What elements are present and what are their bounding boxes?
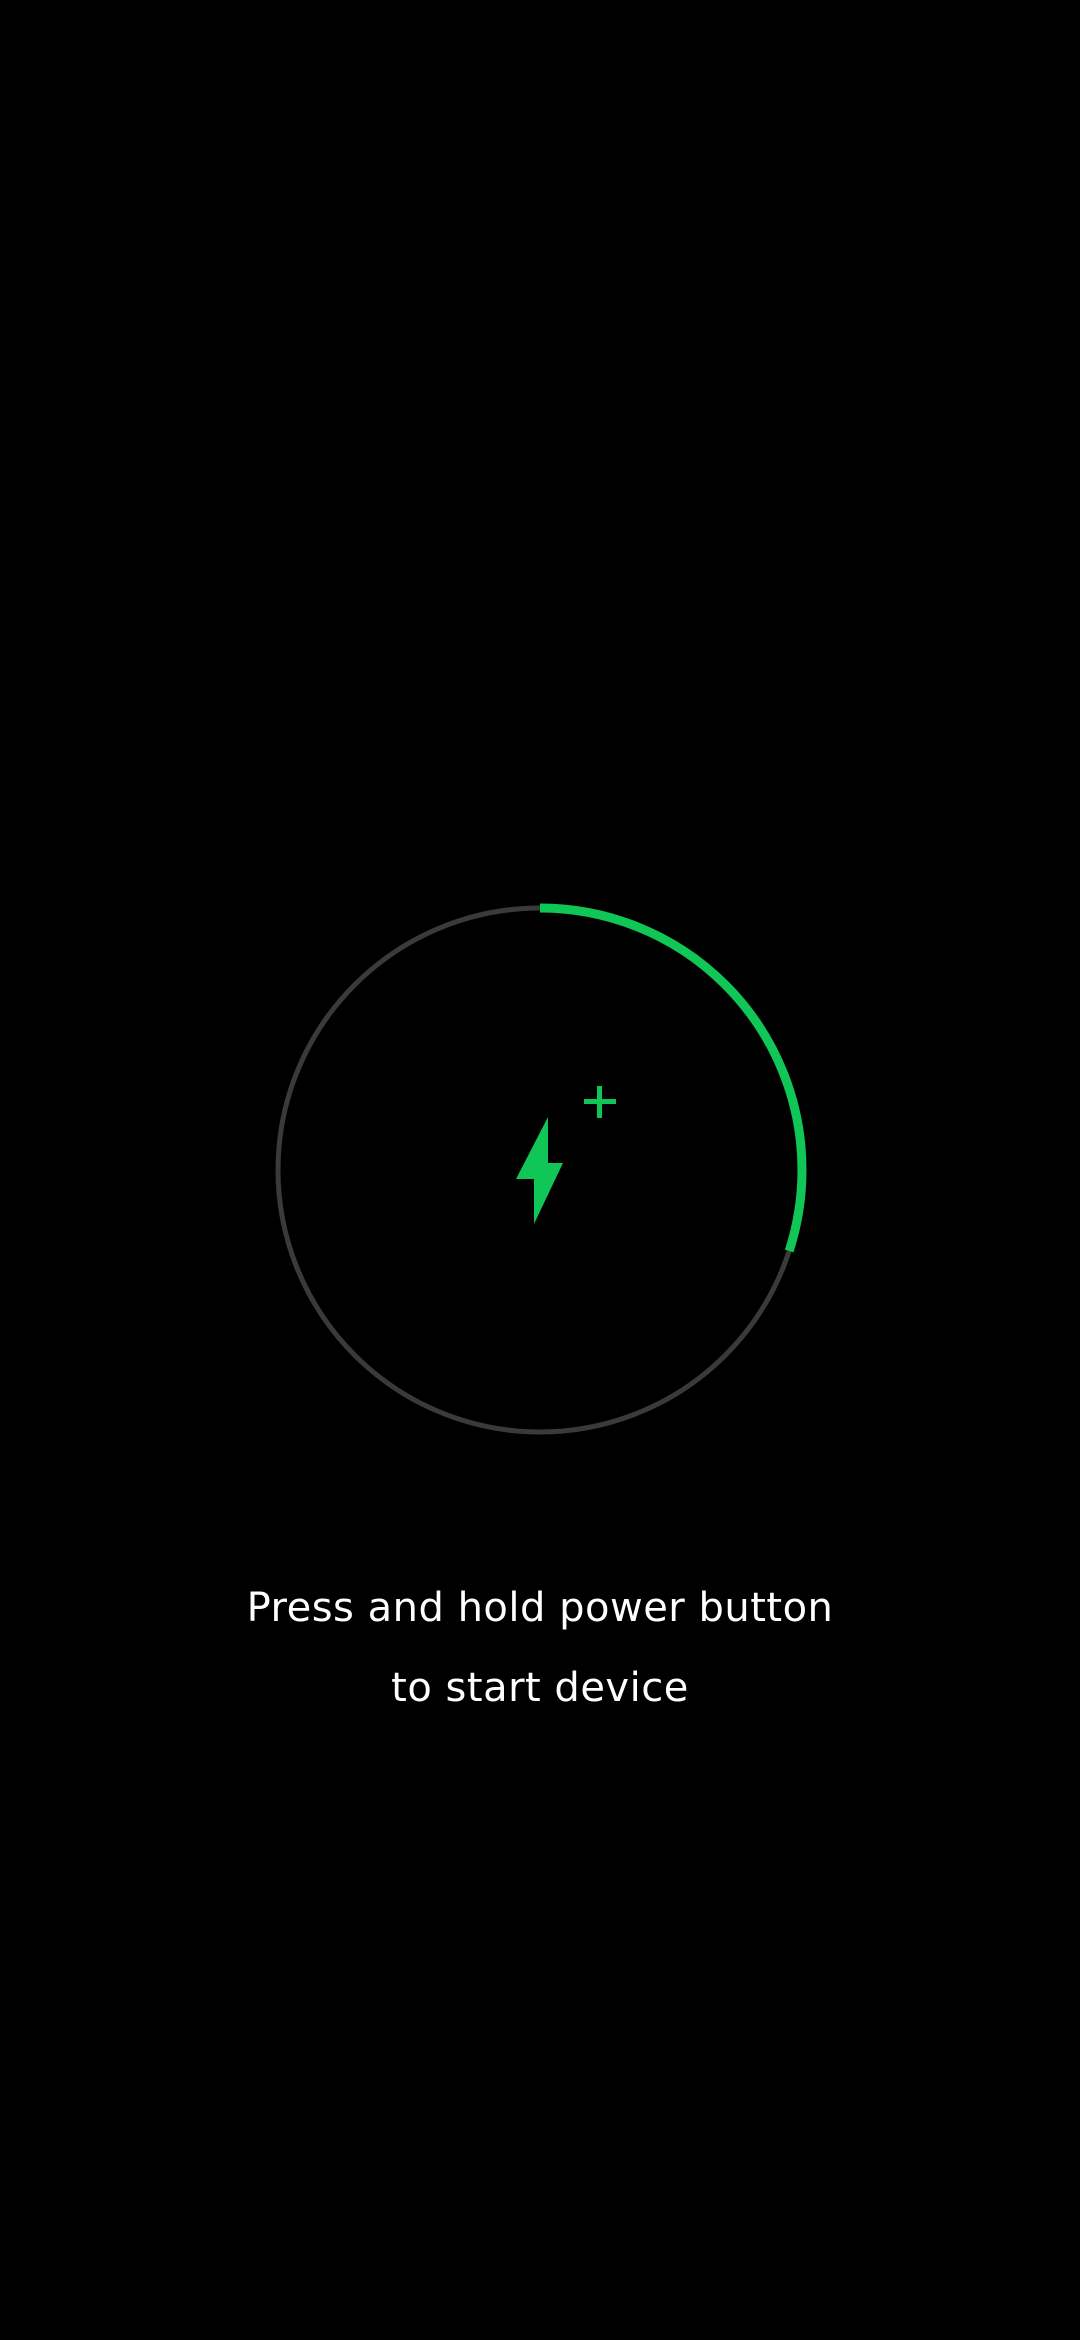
instruction-line-2: to start device — [391, 1665, 689, 1711]
lightning-bolt-icon — [516, 1117, 563, 1224]
power-on-instruction: Press and hold power button to start dev… — [0, 1568, 1080, 1728]
plus-icon — [584, 1086, 616, 1118]
instruction-line-1: Press and hold power button — [246, 1585, 834, 1631]
charging-screen: Press and hold power button to start dev… — [0, 0, 1080, 2340]
charging-ring — [273, 903, 807, 1437]
